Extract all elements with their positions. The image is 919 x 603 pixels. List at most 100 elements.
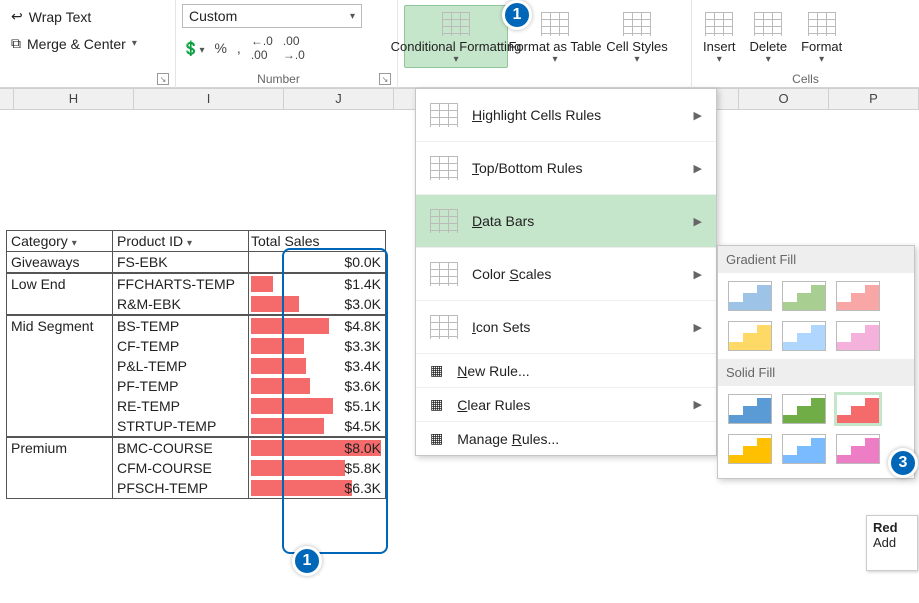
cell-category[interactable]: Premium [7,438,113,458]
comma-button[interactable]: , [237,40,241,56]
data-bar [251,418,324,434]
filter-icon[interactable]: ▾ [72,238,77,249]
cell-total[interactable]: $0.0K [249,252,385,272]
cell-product[interactable]: BS-TEMP [113,316,249,336]
menu-color-scales[interactable]: Color Scales ▶ [416,247,716,300]
merge-label: Merge & Center [27,36,126,52]
databar-swatch[interactable] [836,434,880,464]
cell-product[interactable]: R&M-EBK [113,294,249,314]
cell-total[interactable]: $3.3K [249,336,385,356]
cell-category[interactable]: Low End [7,274,113,294]
menu-data-bars[interactable]: Data Bars ▶ [416,194,716,247]
cell-total[interactable]: $6.3K [249,478,385,498]
increase-decimal-button[interactable]: ←.0.00 [251,34,273,62]
currency-button[interactable]: 💲▾ [182,40,204,57]
table-row: PFSCH-TEMP$6.3K [7,478,385,498]
table-row: R&M-EBK$3.0K [7,294,385,315]
menu-new-rule[interactable]: ▦ New Rule... [416,353,716,387]
cell-product[interactable]: RE-TEMP [113,396,249,416]
col-i[interactable]: I [134,89,284,109]
cell-product[interactable]: FS-EBK [113,252,249,272]
cell-total[interactable]: $5.8K [249,458,385,478]
delete-icon [752,8,784,40]
cell-product[interactable]: FFCHARTS-TEMP [113,274,249,294]
cell-category[interactable] [7,356,113,376]
cell-total[interactable]: $3.6K [249,376,385,396]
cell-total[interactable]: $3.4K [249,356,385,376]
col-j[interactable]: J [284,89,394,109]
group-cells-label: Cells [698,72,913,86]
percent-button[interactable]: % [214,40,226,56]
col-o[interactable]: O [739,89,829,109]
conditional-formatting-button[interactable]: Conditional Formatting ▾ [404,5,508,68]
cell-styles-button[interactable]: Cell Styles ▾ [602,5,672,68]
delete-button[interactable]: Delete ▾ [745,5,793,68]
submenu-arrow-icon: ▶ [694,215,702,228]
databar-swatch[interactable] [836,394,880,424]
data-bar [251,480,352,496]
cell-total[interactable]: $4.8K [249,316,385,336]
cell-product[interactable]: BMC-COURSE [113,438,249,458]
menu-highlight-cells[interactable]: Highlight Cells Rules ▶ [416,89,716,141]
menu-clear-rules[interactable]: ▦ Clear Rules ▶ [416,387,716,421]
insert-button[interactable]: Insert ▾ [698,5,741,68]
cell-product[interactable]: PFSCH-TEMP [113,478,249,498]
databar-swatch[interactable] [728,321,772,351]
databar-swatch[interactable] [728,394,772,424]
cell-category[interactable]: Mid Segment [7,316,113,336]
format-button[interactable]: Format ▾ [796,5,847,68]
decrease-decimal-button[interactable]: .00→.0 [283,34,305,62]
table-row: PF-TEMP$3.6K [7,376,385,396]
table-row: Mid SegmentBS-TEMP$4.8K [7,315,385,336]
cell-category[interactable] [7,396,113,416]
cell-total[interactable]: $3.0K [249,294,385,314]
submenu-gradient-header: Gradient Fill [718,246,914,273]
icon-sets-icon [430,315,458,339]
number-dialog-launcher[interactable]: ↘ [379,73,391,85]
cell-product[interactable]: PF-TEMP [113,376,249,396]
cell-total[interactable]: $8.0K [249,438,385,458]
filter-icon[interactable]: ▾ [187,238,192,249]
databar-swatch[interactable] [782,434,826,464]
cell-product[interactable]: CF-TEMP [113,336,249,356]
databar-swatch[interactable] [836,281,880,311]
databar-swatch[interactable] [836,321,880,351]
cell-product[interactable]: P&L-TEMP [113,356,249,376]
cell-category[interactable] [7,416,113,436]
cell-total[interactable]: $1.4K [249,274,385,294]
menu-icon-sets[interactable]: Icon Sets ▶ [416,300,716,353]
databar-swatch[interactable] [728,281,772,311]
cell-product[interactable]: CFM-COURSE [113,458,249,478]
cell-category[interactable] [7,294,113,314]
cell-category[interactable] [7,458,113,478]
submenu-arrow-icon: ▶ [694,109,702,122]
table-header-product[interactable]: Product ID ▾ [113,231,249,251]
cell-category[interactable]: Giveaways [7,252,113,272]
cell-category[interactable] [7,336,113,356]
chevron-down-icon: ▾ [132,38,137,49]
insert-icon [703,8,735,40]
chevron-down-icon: ▾ [766,54,771,65]
highlight-cells-icon [430,103,458,127]
menu-manage-rules[interactable]: ▦ Manage Rules... [416,421,716,455]
databar-swatch[interactable] [782,321,826,351]
table-header-category[interactable]: Category ▾ [7,231,113,251]
callout-1a: 1 [502,0,532,30]
table-header-total[interactable]: Total Sales [249,231,385,251]
databar-swatch[interactable] [782,394,826,424]
cell-total[interactable]: $5.1K [249,396,385,416]
menu-top-bottom[interactable]: Top/Bottom Rules ▶ [416,141,716,194]
databar-swatch[interactable] [782,281,826,311]
col-h[interactable]: H [14,89,134,109]
cell-category[interactable] [7,478,113,498]
cell-product[interactable]: STRTUP-TEMP [113,416,249,436]
alignment-dialog-launcher[interactable]: ↘ [157,73,169,85]
col-p[interactable]: P [829,89,919,109]
databar-swatch[interactable] [728,434,772,464]
group-number-label: Number [182,72,375,86]
cell-total[interactable]: $4.5K [249,416,385,436]
merge-center-button[interactable]: ⧉ Merge & Center ▾ [6,33,142,54]
wrap-text-button[interactable]: ↩ Wrap Text [6,6,96,27]
number-format-select[interactable]: Custom ▾ [182,4,362,28]
cell-category[interactable] [7,376,113,396]
